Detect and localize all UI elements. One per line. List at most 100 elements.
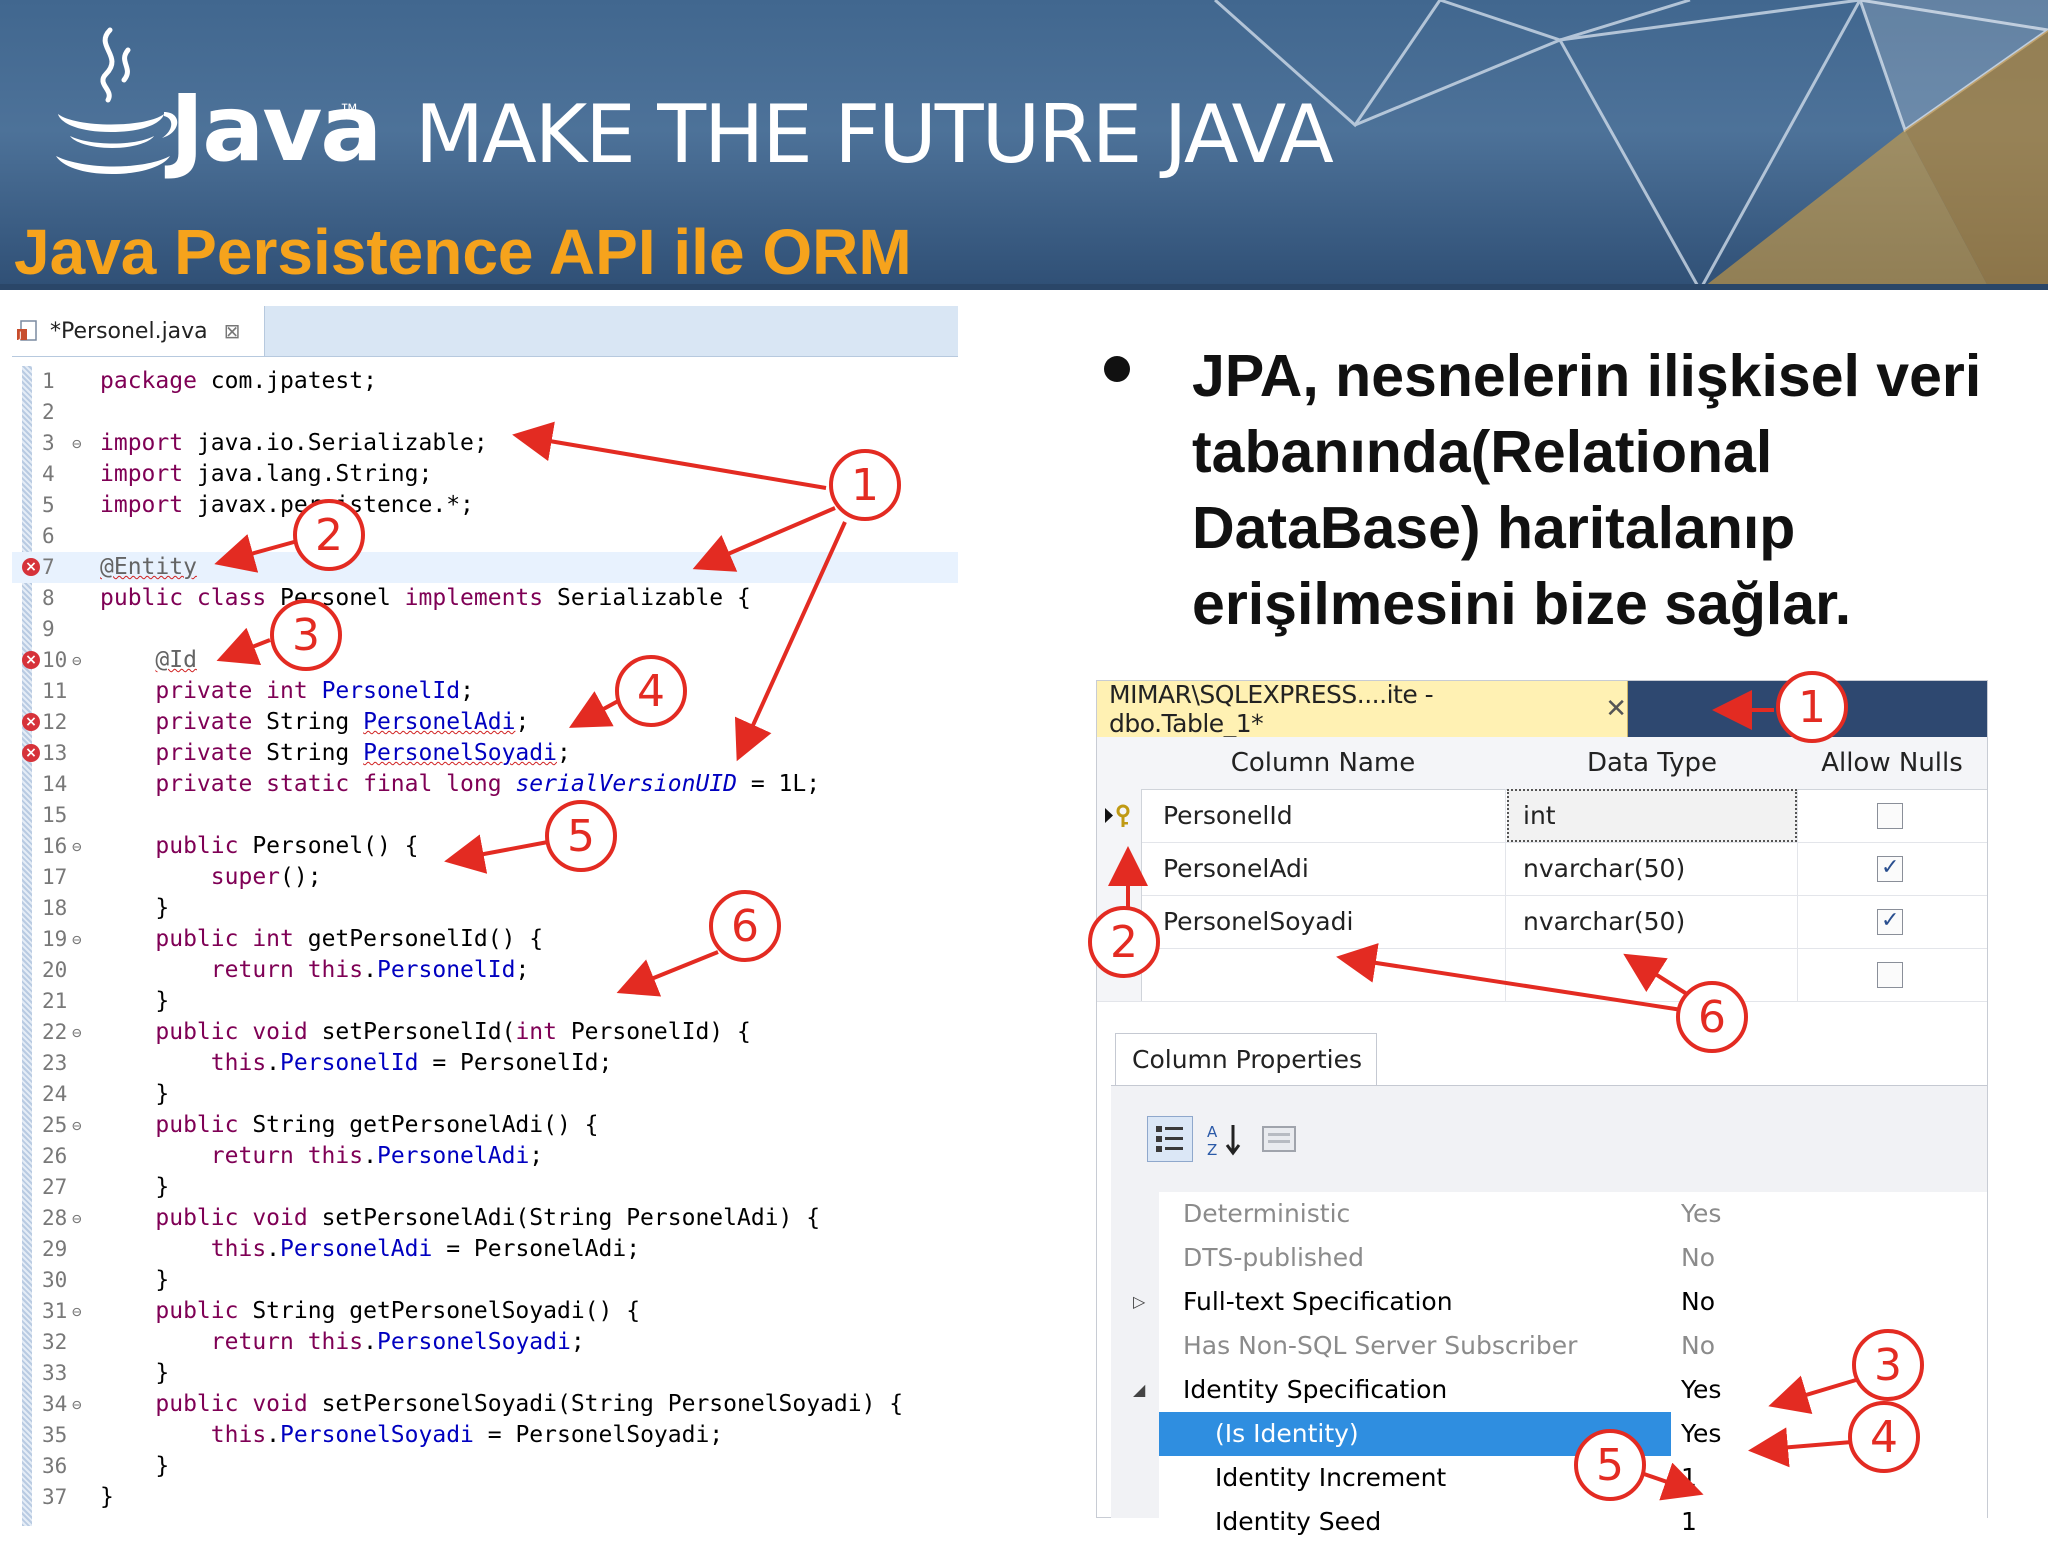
data-type-cell[interactable]: int [1507,789,1797,842]
property-value: Yes [1681,1375,1722,1404]
code-line: 17 super(); [42,864,322,890]
designer-tab[interactable]: MIMAR\SQLEXPRESS....ite - dbo.Table_1* ✕ [1097,680,1628,738]
fold-toggle-icon[interactable]: ⊖ [72,1110,82,1141]
expand-arrow-icon[interactable]: ▷ [1133,1280,1145,1324]
data-type-cell[interactable]: nvarchar(50) [1523,842,1685,895]
property-value: No [1681,1243,1715,1272]
grid-header: Column Name Data Type Allow Nulls [1097,737,1987,790]
code-line: 25 ⊖ public String getPersonelAdi() { [12,1110,958,1141]
column-properties: Column Properties AZ Deterministic Yes DT… [1111,1033,1987,1536]
row-selector[interactable] [1097,948,1142,1001]
tab-column-properties[interactable]: Column Properties [1115,1033,1377,1085]
property-row-selected[interactable]: (Is Identity) Yes [1159,1412,1987,1456]
fold-toggle-icon[interactable]: ⊖ [72,831,82,862]
svg-text:Z: Z [1207,1141,1217,1159]
property-value: Yes [1681,1199,1722,1228]
cell-divider [1797,895,1798,948]
code-line: 18 } [42,895,170,921]
table-row[interactable]: PersonelId int [1097,789,1987,843]
code-line: 30 } [42,1267,170,1293]
property-row[interactable]: Identity Increment 1 [1159,1456,1987,1500]
property-value: No [1681,1287,1715,1316]
property-row[interactable]: DTS-published No [1159,1236,1987,1280]
close-icon[interactable]: ⊠ [224,319,241,343]
table-row[interactable] [1097,948,1987,1002]
error-marker-icon[interactable]: × [22,651,40,669]
code-line: 5 import javax.persistence.*; [42,492,474,518]
categorized-icon[interactable] [1147,1116,1193,1162]
property-row[interactable]: Has Non-SQL Server Subscriber No [1159,1324,1987,1368]
fold-toggle-icon[interactable]: ⊖ [72,1296,82,1327]
collapse-arrow-icon[interactable]: ◢ [1133,1368,1145,1412]
cell-divider [1797,789,1798,842]
java-file-icon: J [17,320,37,341]
code-line: × 7 @Entity [12,552,958,583]
editor-tab-label: *Personel.java [50,318,208,344]
editor-tab-personel[interactable]: J *Personel.java ⊠ [12,306,265,356]
designer-tab-bar: MIMAR\SQLEXPRESS....ite - dbo.Table_1* ✕ [1097,680,1987,738]
bullet-text: JPA, nesnelerin ilişkisel veri tabanında… [1192,343,1982,637]
allow-nulls-checkbox[interactable] [1877,803,1903,829]
table-row[interactable]: PersonelAdi nvarchar(50) [1097,842,1987,896]
fold-toggle-icon[interactable]: ⊖ [72,1203,82,1234]
fold-toggle-icon[interactable]: ⊖ [72,428,82,459]
data-type-cell[interactable]: nvarchar(50) [1523,895,1685,948]
property-name: Identity Seed [1215,1507,1382,1536]
column-name-cell[interactable]: PersonelAdi [1163,842,1309,895]
code-line: 11 private int PersonelId; [42,678,474,704]
column-name-header[interactable]: Column Name [1141,737,1505,789]
sort-alphabetical-icon[interactable]: AZ [1203,1117,1247,1161]
properties-toolbar: AZ [1147,1114,1301,1164]
code-line: 31 ⊖ public String getPersonelSoyadi() { [12,1296,958,1327]
code-line: 2 [42,400,55,424]
code-line: 28 ⊖ public void setPersonelAdi(String Pe… [12,1203,958,1234]
allow-nulls-checkbox[interactable] [1877,855,1903,882]
fold-toggle-icon[interactable]: ⊖ [72,1017,82,1048]
table-row[interactable]: PersonelSoyadi nvarchar(50) [1097,895,1987,949]
data-type-header[interactable]: Data Type [1507,737,1797,789]
tagline: MAKE THE FUTURE JAVA [415,88,1334,181]
column-name-cell[interactable]: PersonelSoyadi [1163,895,1353,948]
svg-text:A: A [1207,1123,1218,1141]
code-line: 6 [42,524,55,548]
property-row[interactable]: Identity Seed 1 [1159,1500,1987,1536]
property-row[interactable]: ▷ Full-text Specification No [1133,1280,1987,1324]
code-line: 24 } [42,1081,170,1107]
header-banner: Java ™ MAKE THE FUTURE JAVA Java Persist… [0,0,2048,290]
row-selector[interactable] [1097,842,1142,895]
property-name: Deterministic [1183,1199,1351,1228]
property-name: Has Non-SQL Server Subscriber [1183,1331,1578,1360]
property-name: DTS-published [1183,1243,1365,1272]
property-value: 1 [1681,1463,1697,1492]
fold-toggle-icon[interactable]: ⊖ [72,1389,82,1420]
property-pages-icon[interactable] [1257,1117,1301,1161]
code-line: 8 public class Personel implements Serial… [42,585,751,611]
close-icon[interactable]: ✕ [1605,694,1627,724]
error-marker-icon[interactable]: × [22,713,40,731]
row-selector[interactable] [1097,789,1142,842]
allow-nulls-checkbox[interactable] [1877,962,1903,988]
error-marker-icon[interactable]: × [22,558,40,576]
column-name-cell[interactable]: PersonelId [1163,789,1293,842]
error-marker-icon[interactable]: × [22,744,40,762]
code-line: 16 ⊖ public Personel() { [12,831,958,862]
allow-nulls-header[interactable]: Allow Nulls [1799,737,1985,789]
java-coffee-cup-icon [56,27,178,174]
code-line: 21 } [42,988,170,1014]
property-row[interactable]: ◢ Identity Specification Yes [1133,1368,1987,1412]
code-line: 22 ⊖ public void setPersonelId(int Person… [12,1017,958,1048]
property-row[interactable]: Deterministic Yes [1159,1192,1987,1236]
code-line: 23 this.PersonelId = PersonelId; [42,1050,613,1076]
code-line: × 12 private String PersonelAdi; [12,707,958,738]
property-name: Identity Increment [1215,1463,1447,1492]
trademark-symbol: ™ [340,100,358,120]
property-name: (Is Identity) [1215,1419,1359,1448]
fold-toggle-icon[interactable]: ⊖ [72,924,82,955]
code-line: 26 return this.PersonelAdi; [42,1143,544,1169]
code-line: 4 import java.lang.String; [42,461,433,487]
fold-toggle-icon[interactable]: ⊖ [72,645,82,676]
allow-nulls-checkbox[interactable] [1877,908,1903,935]
designer-tab-label: MIMAR\SQLEXPRESS....ite - dbo.Table_1* [1109,680,1434,738]
code-area[interactable]: 1 package com.jpatest; 2 3 ⊖ import java.io… [12,356,958,1536]
row-selector[interactable] [1097,895,1142,948]
